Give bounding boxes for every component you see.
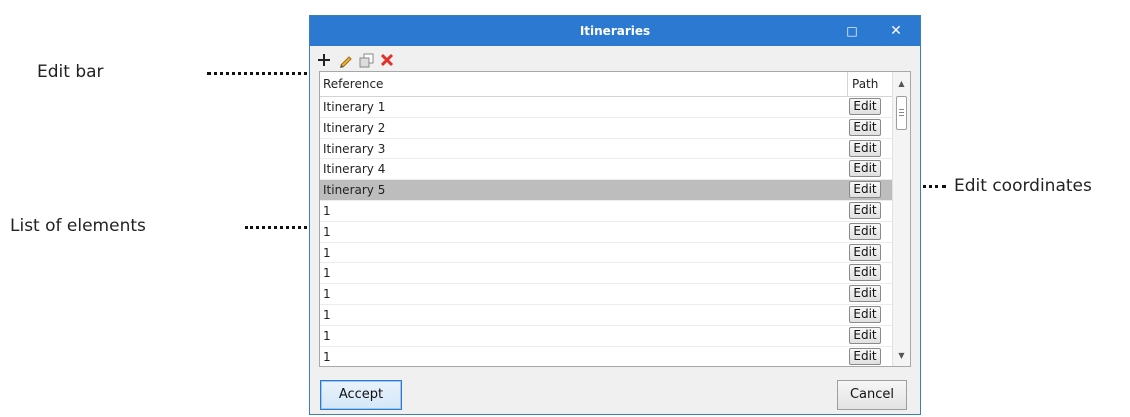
elements-list: Itinerary 1 Edit Itinerary 2 Edit Itinerary … — [320, 97, 893, 366]
table-row[interactable]: Itinerary 5 Edit — [320, 180, 893, 201]
edit-pencil-icon[interactable] — [337, 52, 353, 68]
table-row[interactable]: 1 Edit — [320, 243, 893, 264]
edit-path-button[interactable]: Edit — [849, 118, 881, 136]
edit-bar — [316, 49, 395, 71]
duplicate-icon[interactable] — [358, 52, 374, 68]
table-row[interactable]: 1 Edit — [320, 305, 893, 326]
table-row[interactable]: 1 Edit — [320, 284, 893, 305]
table-row[interactable]: Itinerary 2 Edit — [320, 118, 893, 139]
edit-path-button[interactable]: Edit — [849, 139, 881, 157]
reference-cell: 1 — [323, 349, 331, 364]
elements-table: Reference Path Itinerary 1 Edit Itinerary … — [319, 71, 911, 367]
table-row[interactable]: 1 Edit — [320, 347, 893, 366]
reference-cell: 1 — [323, 307, 331, 322]
reference-cell: 1 — [323, 266, 331, 281]
table-row[interactable]: Itinerary 3 Edit — [320, 139, 893, 160]
edit-path-button[interactable]: Edit — [849, 264, 881, 282]
table-row[interactable]: Itinerary 1 Edit — [320, 97, 893, 118]
reference-cell: 1 — [323, 287, 331, 302]
edit-path-button[interactable]: Edit — [849, 222, 881, 240]
reference-cell: 1 — [323, 224, 331, 239]
reference-cell: Itinerary 2 — [323, 120, 386, 135]
reference-cell: Itinerary 4 — [323, 162, 386, 177]
edit-path-button[interactable]: Edit — [849, 181, 881, 199]
scroll-up-icon[interactable]: ▲ — [893, 76, 910, 92]
list-of-elements-annotation: List of elements — [10, 216, 146, 236]
maximize-button[interactable]: □ — [830, 16, 874, 46]
edit-path-button[interactable]: Edit — [849, 326, 881, 344]
scroll-thumb[interactable] — [896, 96, 907, 130]
edit-path-button[interactable]: Edit — [849, 243, 881, 261]
accept-button[interactable]: Accept — [320, 380, 402, 410]
edit-coordinates-annotation: Edit coordinates — [954, 176, 1092, 196]
path-column-header[interactable]: Path — [847, 72, 889, 96]
reference-cell: 1 — [323, 203, 331, 218]
edit-path-button[interactable]: Edit — [849, 160, 881, 178]
cancel-button[interactable]: Cancel — [837, 380, 907, 410]
add-icon[interactable] — [316, 52, 332, 68]
edit-path-button[interactable]: Edit — [849, 201, 881, 219]
reference-cell: Itinerary 3 — [323, 141, 386, 156]
table-row[interactable]: 1 Edit — [320, 201, 893, 222]
scroll-down-icon[interactable]: ▼ — [893, 348, 910, 364]
table-header: Reference Path — [320, 72, 893, 97]
edit-path-button[interactable]: Edit — [849, 347, 881, 365]
vertical-scrollbar[interactable]: ▲ ▼ — [892, 72, 910, 366]
edit-bar-annotation: Edit bar — [37, 62, 104, 82]
reference-cell: Itinerary 5 — [323, 183, 386, 198]
edit-path-button[interactable]: Edit — [849, 285, 881, 303]
table-row[interactable]: Itinerary 4 Edit — [320, 159, 893, 181]
reference-column-header[interactable]: Reference — [323, 72, 383, 96]
reference-cell: Itinerary 1 — [323, 100, 386, 114]
table-row[interactable]: 1 Edit — [320, 326, 893, 347]
title-bar: Itineraries □ ✕ — [310, 16, 920, 46]
edit-path-button[interactable]: Edit — [849, 98, 881, 115]
itineraries-dialog: Itineraries □ ✕ Reference Path Itinerary… — [309, 15, 921, 415]
table-row[interactable]: 1 Edit — [320, 222, 893, 243]
reference-cell: 1 — [323, 328, 331, 343]
table-row[interactable]: 1 Edit — [320, 263, 893, 285]
edit-path-button[interactable]: Edit — [849, 305, 881, 323]
close-button[interactable]: ✕ — [874, 16, 918, 46]
reference-cell: 1 — [323, 245, 331, 260]
delete-icon[interactable] — [379, 52, 395, 68]
window-title: Itineraries — [579, 24, 651, 38]
